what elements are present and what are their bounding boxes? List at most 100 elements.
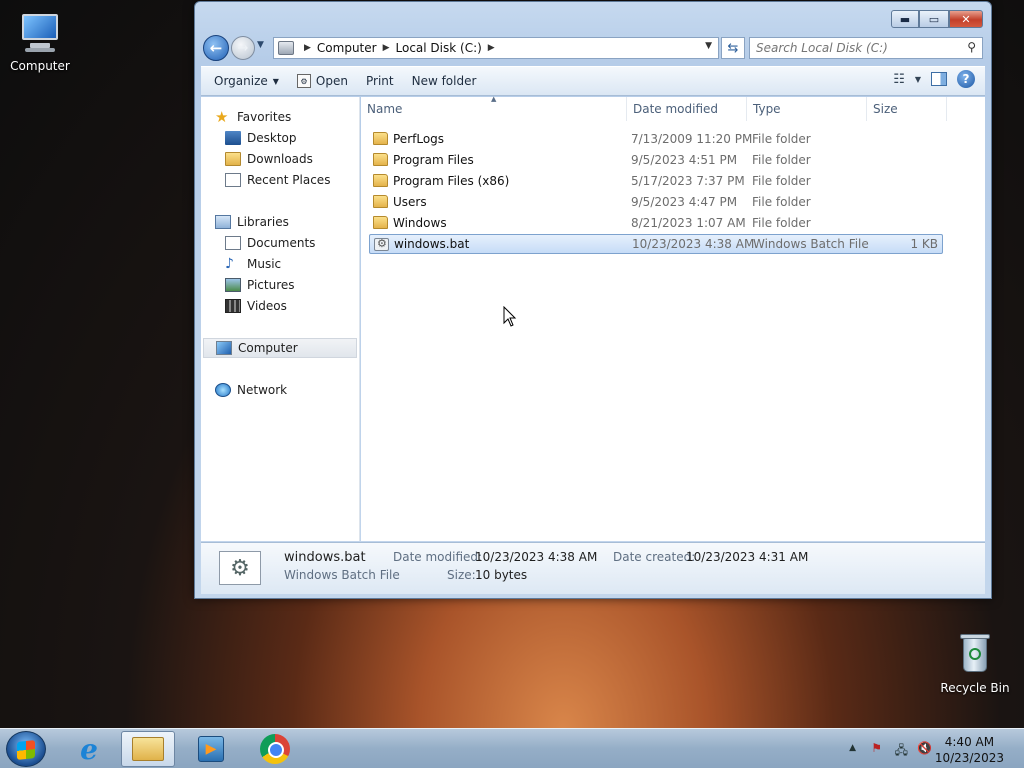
recent-pages-button[interactable]: ▼ — [257, 40, 269, 56]
recycle-bin-icon — [951, 632, 999, 678]
file-name: Windows — [393, 216, 447, 230]
breadcrumb-separator-icon[interactable]: ▶ — [488, 43, 495, 53]
search-icon[interactable]: ⚲ — [967, 40, 976, 54]
taskbar-chrome[interactable] — [248, 731, 302, 767]
folder-icon — [373, 153, 388, 166]
nav-label: Network — [237, 383, 288, 397]
volume-muted-icon[interactable]: 🔇 — [917, 741, 932, 755]
column-header-label: Type — [753, 102, 781, 116]
minimize-icon: ▬ — [899, 12, 911, 26]
nav-documents[interactable]: Documents — [225, 233, 383, 253]
network-status-icon[interactable]: 🖧 — [895, 741, 908, 762]
new-folder-button[interactable]: New folder — [403, 69, 486, 93]
breadcrumb-local-disk[interactable]: Local Disk (C:) — [396, 41, 482, 55]
nav-desktop[interactable]: Desktop — [225, 128, 383, 148]
details-pane: ⚙ windows.bat Windows Batch File Date mo… — [201, 542, 985, 594]
nav-label: Desktop — [247, 131, 297, 145]
batch-file-thumbnail-icon: ⚙ — [219, 551, 261, 585]
file-name: Program Files — [393, 153, 474, 167]
show-hidden-icons-icon[interactable]: ▲ — [849, 743, 856, 753]
nav-network[interactable]: Network — [215, 380, 373, 400]
file-row[interactable]: Program Files (x86) 5/17/2023 7:37 PM Fi… — [369, 171, 943, 191]
help-icon[interactable]: ? — [957, 70, 975, 88]
forward-button[interactable]: → — [231, 36, 255, 60]
breadcrumb-computer[interactable]: Computer — [317, 41, 377, 55]
preview-pane-icon[interactable] — [931, 72, 947, 86]
close-button[interactable]: ✕ — [949, 10, 983, 28]
chevron-down-icon[interactable]: ▼ — [915, 75, 921, 84]
details-created-value: 10/23/2023 4:31 AM — [686, 550, 809, 564]
nav-music[interactable]: ♪ Music — [225, 254, 383, 274]
taskbar-internet-explorer[interactable]: e — [62, 731, 116, 767]
desktop-icon-computer[interactable]: Computer — [0, 10, 80, 73]
breadcrumb-separator-icon[interactable]: ▶ — [304, 43, 311, 53]
column-header-name[interactable]: Name ▲ — [361, 95, 627, 121]
file-size: 1 KB — [910, 237, 938, 251]
drive-icon — [278, 41, 294, 55]
file-name: windows.bat — [394, 237, 470, 251]
file-row[interactable]: Users 9/5/2023 4:47 PM File folder — [369, 192, 943, 212]
batch-file-icon — [374, 237, 389, 251]
file-date: 5/17/2023 7:37 PM — [631, 174, 745, 188]
media-player-icon: ▶ — [198, 736, 224, 762]
organize-label: Organize — [214, 74, 268, 88]
breadcrumb-separator-icon[interactable]: ▶ — [383, 43, 390, 53]
file-row[interactable]: Program Files 9/5/2023 4:51 PM File fold… — [369, 150, 943, 170]
file-row[interactable]: PerfLogs 7/13/2009 11:20 PM File folder — [369, 129, 943, 149]
organize-button[interactable]: Organize ▼ — [205, 69, 288, 93]
address-bar[interactable]: ▶ Computer ▶ Local Disk (C:) ▶ ▼ — [273, 37, 719, 59]
column-header-type[interactable]: Type — [747, 97, 867, 121]
nav-label: Favorites — [237, 110, 292, 124]
computer-icon — [16, 10, 64, 56]
print-button[interactable]: Print — [357, 69, 403, 93]
explorer-window: ▬ ▭ ✕ ← → ▼ ▶ Computer ▶ Local Disk (C:)… — [194, 1, 992, 599]
nav-computer[interactable]: Computer — [203, 338, 357, 358]
nav-label: Music — [247, 257, 282, 271]
open-label: Open — [315, 74, 348, 88]
file-type: Windows Batch File — [753, 237, 869, 251]
start-button[interactable] — [6, 731, 46, 767]
videos-icon — [225, 299, 241, 313]
search-input[interactable] — [756, 41, 961, 55]
file-list: Name ▲ Date modified Type Size PerfLogs 7… — [361, 95, 985, 541]
nav-favorites[interactable]: ★ Favorites — [215, 107, 373, 127]
taskbar-media-player[interactable]: ▶ — [184, 731, 238, 767]
nav-recent-places[interactable]: Recent Places — [225, 170, 383, 190]
taskbar-windows-explorer[interactable] — [121, 731, 175, 767]
nav-pictures[interactable]: Pictures — [225, 275, 383, 295]
column-header-label: Name — [367, 102, 403, 116]
file-type: File folder — [752, 132, 811, 146]
nav-videos[interactable]: Videos — [225, 296, 383, 316]
refresh-button[interactable]: ⇆ — [721, 37, 745, 59]
file-type: File folder — [752, 216, 811, 230]
maximize-button[interactable]: ▭ — [919, 10, 949, 28]
open-icon: ⚙ — [296, 74, 311, 88]
back-arrow-icon: ← — [209, 39, 223, 57]
column-header-date[interactable]: Date modified — [627, 97, 747, 121]
folder-icon — [373, 195, 388, 208]
details-modified-label: Date modified: — [393, 550, 483, 564]
back-button[interactable]: ← — [203, 35, 229, 61]
minimize-button[interactable]: ▬ — [891, 10, 919, 28]
file-date: 9/5/2023 4:47 PM — [631, 195, 738, 209]
mouse-cursor-icon — [503, 306, 517, 327]
address-dropdown-icon[interactable]: ▼ — [705, 41, 712, 51]
chevron-down-icon: ▼ — [272, 76, 279, 86]
nav-libraries[interactable]: Libraries — [215, 212, 373, 232]
file-row-selected[interactable]: windows.bat 10/23/2023 4:38 AM Windows B… — [369, 234, 943, 254]
change-view-icon[interactable]: ☷ — [893, 72, 905, 87]
desktop-icon-recycle-bin[interactable]: Recycle Bin — [935, 632, 1015, 695]
nav-downloads[interactable]: Downloads — [225, 149, 383, 169]
search-box[interactable]: ⚲ — [749, 37, 983, 59]
internet-explorer-icon: e — [80, 732, 98, 766]
file-row[interactable]: Windows 8/21/2023 1:07 AM File folder — [369, 213, 943, 233]
open-button[interactable]: ⚙ Open — [288, 69, 357, 93]
details-created-label: Date created: — [613, 550, 696, 564]
windows-explorer-icon — [132, 737, 164, 761]
clock[interactable]: 4:40 AM 10/23/2023 — [935, 734, 1004, 766]
nav-label: Downloads — [247, 152, 313, 166]
details-file-type: Windows Batch File — [284, 568, 400, 582]
column-header-label: Size — [873, 102, 898, 116]
column-header-size[interactable]: Size — [867, 97, 947, 121]
action-center-icon[interactable]: ⚑ — [871, 741, 882, 755]
